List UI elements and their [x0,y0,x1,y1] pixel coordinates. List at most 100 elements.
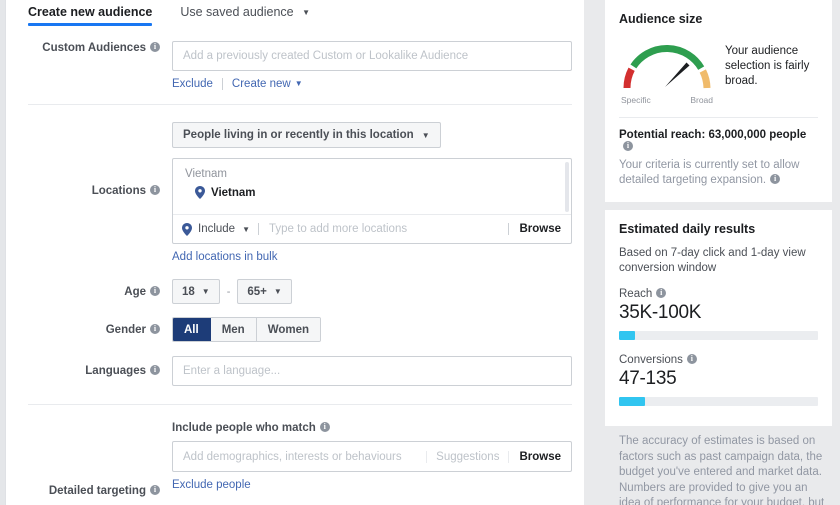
tab-label: Create new audience [28,5,153,19]
info-icon[interactable]: i [770,173,781,184]
estimated-results-card: Estimated daily results Based on 7-day c… [605,210,832,426]
age-max-select[interactable]: 65+ ▼ [237,279,292,304]
tab-use-saved-audience[interactable]: Use saved audience ▼ [180,0,310,26]
reach-metric-label: Reach i [619,287,818,300]
info-icon[interactable]: i [319,421,330,432]
include-people-header: Include people who match i [172,421,572,434]
chevron-down-icon: ▼ [273,287,282,296]
age-label: Age i [6,279,172,299]
audience-size-note: Your audience selection is fairly broad. [725,45,810,87]
languages-label: Languages i [6,356,172,378]
info-icon[interactable]: i [150,364,160,375]
info-icon[interactable]: i [150,323,160,334]
locations-selected-list: Vietnam Vietnam [173,159,571,214]
info-icon[interactable]: i [150,285,160,296]
location-item-label: Vietnam [211,186,256,199]
age-min-value: 18 [182,285,195,298]
custom-audiences-input[interactable]: Add a previously created Custom or Looka… [172,41,572,71]
gauge-scale-labels: Specific Broad [619,95,715,105]
custom-audiences-row: Custom Audiences i Add a previously creat… [6,41,584,90]
potential-reach-value: 63,000,000 people [708,129,807,141]
estimates-sidebar: Audience size Specific Broad Your audien… [597,0,840,505]
chevron-down-icon: ▼ [421,130,430,140]
estimates-disclaimer: The accuracy of estimates is based on fa… [619,435,825,505]
exclude-audience-link[interactable]: Exclude [172,78,213,90]
locations-box: Vietnam Vietnam Include ▼ Type to add mo… [172,158,572,244]
detailed-targeting-label: Detailed targeting i [6,422,172,498]
info-icon[interactable]: i [623,140,633,151]
gender-option-all[interactable]: All [173,318,211,341]
locations-bulk-links: Add locations in bulk [172,251,572,263]
locations-label: Locations i [6,122,172,198]
detailed-targeting-input-wrap: Add demographics, interests or behaviour… [172,441,572,472]
gender-option-women[interactable]: Women [256,318,321,341]
gauge-column: Specific Broad [619,36,715,105]
location-group-header: Vietnam [185,168,227,180]
custom-audiences-label: Custom Audiences i [6,41,172,55]
locations-browse-button[interactable]: Browse [509,223,571,235]
gender-row: Gender i All Men Women [6,317,584,342]
custom-audiences-links: Exclude Create new ▼ [172,78,572,90]
criteria-note: Your criteria is currently set to allow … [619,159,800,186]
section-divider [28,404,572,405]
audience-size-gauge-icon [623,44,711,89]
languages-input[interactable]: Enter a language... [172,356,572,386]
location-type-select[interactable]: People living in or recently in this loc… [172,122,441,148]
chevron-down-icon: ▼ [294,79,303,89]
detailed-targeting-suggestions-button[interactable]: Suggestions [426,450,508,463]
facebook-ads-audience-editor: Create new audience Use saved audience ▼… [0,0,840,505]
exclude-people-link[interactable]: Exclude people [172,479,251,491]
detailed-targeting-browse-button[interactable]: Browse [508,450,571,463]
info-icon[interactable]: i [150,41,160,52]
location-include-value: Include [198,223,236,235]
locations-typeahead-input[interactable]: Type to add more locations [259,223,508,235]
conversions-metric-value: 47-135 [619,368,677,389]
custom-audiences-placeholder: Add a previously created Custom or Looka… [183,50,469,62]
info-icon[interactable]: i [150,184,160,195]
tab-label: Use saved audience [180,5,294,19]
conversions-progress-fill [619,397,645,406]
conversions-progress-track [619,397,818,406]
card-divider [619,117,818,118]
age-range-selects: 18 ▼ - 65+ ▼ [172,279,572,304]
languages-row: Languages i Enter a language... [6,356,584,386]
location-type-value: People living in or recently in this loc… [183,129,414,141]
link-separator [221,78,223,90]
audience-form-panel: Create new audience Use saved audience ▼… [6,0,584,505]
gender-option-men[interactable]: Men [210,318,257,341]
detailed-targeting-input[interactable]: Add demographics, interests or behaviour… [173,451,426,463]
reach-progress-fill [619,331,635,340]
audience-size-card: Audience size Specific Broad Your audien… [605,0,832,202]
languages-placeholder: Enter a language... [183,365,281,377]
potential-reach-label: Potential reach: [619,129,706,141]
map-pin-icon [195,186,205,199]
age-row: Age i 18 ▼ - 65+ ▼ [6,279,584,304]
location-item-vietnam[interactable]: Vietnam [185,186,559,199]
info-icon[interactable]: i [150,484,160,495]
info-icon[interactable]: i [656,287,667,298]
potential-reach-line: Potential reach: 63,000,000 people i [619,129,818,153]
reach-metric-value: 35K-100K [619,302,702,323]
audience-size-gauge-wrap: Specific Broad Your audience selection i… [619,36,818,105]
conversions-metric-label: Conversions i [619,353,818,366]
locations-search-footer: Include ▼ Type to add more locations Bro… [173,214,571,243]
age-max-value: 65+ [247,285,267,298]
age-range-separator: - [226,285,231,298]
location-include-select[interactable]: Include ▼ [182,222,251,236]
locations-scrollbar[interactable] [565,162,569,212]
gauge-label-specific: Specific [621,95,651,105]
tab-create-new-audience[interactable]: Create new audience [28,0,153,26]
chevron-down-icon: ▼ [201,287,210,296]
age-min-select[interactable]: 18 ▼ [172,279,220,304]
detailed-targeting-row: Detailed targeting i Include people who m… [6,421,584,498]
reach-progress-track [619,331,818,340]
info-icon[interactable]: i [686,353,697,364]
add-locations-in-bulk-link[interactable]: Add locations in bulk [172,251,277,263]
gender-label: Gender i [6,317,172,337]
chevron-down-icon: ▼ [242,224,251,234]
create-new-audience-link[interactable]: Create new ▼ [232,78,303,90]
gender-segmented-control: All Men Women [172,317,322,342]
chevron-down-icon: ▼ [302,8,311,18]
map-pin-icon [182,222,192,236]
estimates-basis-text: Based on 7-day click and 1-day view conv… [619,247,806,274]
